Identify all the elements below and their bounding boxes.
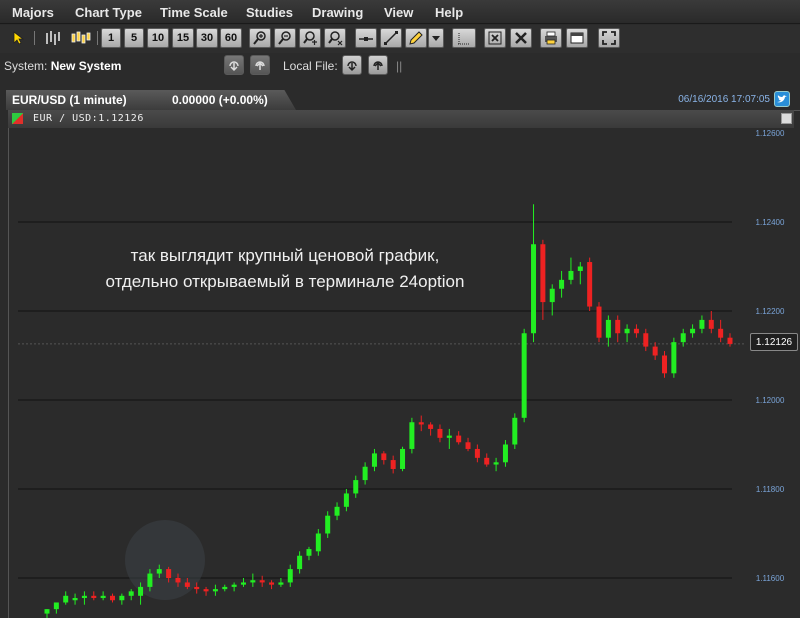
candle-body — [72, 598, 78, 601]
candle-body — [559, 279, 565, 289]
candle-body — [540, 244, 546, 303]
candle-body — [624, 328, 630, 334]
candle-body — [240, 582, 246, 585]
instrument-icon — [12, 113, 23, 124]
candle-body — [231, 584, 237, 587]
candle-body — [577, 266, 583, 271]
candle-body — [250, 580, 256, 583]
candle-body — [671, 342, 677, 374]
candle-body — [568, 270, 574, 280]
candle-body — [587, 262, 593, 307]
candle-body — [259, 580, 265, 583]
candle-body — [409, 422, 415, 449]
y-tick-label: 1.11800 — [756, 485, 785, 494]
candle-body — [549, 288, 555, 303]
caption-line-2: отдельно открываемый в терминале 24optio… — [105, 272, 465, 291]
caption-overlay: так выглядит крупный ценовой график, отд… — [50, 243, 520, 295]
candle-body — [147, 573, 153, 587]
candle-body — [44, 609, 50, 614]
globe-watermark-icon — [125, 520, 205, 600]
y-tick-label: 1.12200 — [756, 307, 785, 316]
candle-body — [81, 595, 87, 599]
candle-body — [456, 435, 462, 443]
candle-body — [605, 319, 611, 338]
candle-body — [400, 448, 406, 469]
candle-body — [502, 444, 508, 463]
candle-body — [212, 589, 218, 592]
candle-body — [287, 569, 293, 583]
candle-body — [596, 306, 602, 338]
candle-body — [727, 337, 733, 344]
candle-body — [437, 428, 443, 438]
candle-body — [184, 582, 190, 587]
candle-body — [343, 493, 349, 507]
candle-body — [493, 462, 499, 465]
candle-body — [643, 333, 649, 347]
candle-body — [708, 319, 714, 329]
candle-body — [53, 602, 59, 610]
candle-body — [390, 460, 396, 469]
candle-body — [512, 417, 518, 445]
candle-body — [91, 595, 97, 599]
candle-body — [680, 333, 686, 343]
candle-body — [662, 355, 668, 374]
candle-body — [156, 569, 162, 574]
candle-body — [418, 422, 424, 425]
candle-body — [381, 453, 387, 461]
y-tick-label: 1.11600 — [756, 574, 785, 583]
y-tick-label: 1.12000 — [756, 396, 785, 405]
candle-body — [521, 333, 527, 418]
candle-body — [306, 549, 312, 556]
candle-body — [484, 457, 490, 465]
candle-body — [371, 453, 377, 467]
candle-body — [699, 319, 705, 329]
candle-body — [128, 591, 134, 596]
symbol-price-label: EUR / USD:1.12126 — [33, 113, 144, 124]
candle-body — [166, 569, 172, 578]
candle-body — [465, 442, 471, 449]
candle-body — [194, 586, 200, 590]
y-tick-label: 1.12600 — [756, 129, 785, 138]
candle-body — [100, 595, 106, 599]
candle-body — [269, 582, 275, 585]
y-tick-label: 1.12400 — [756, 218, 785, 227]
candle-body — [353, 480, 359, 494]
candle-body — [362, 466, 368, 481]
current-price-tag: 1.12126 — [750, 333, 798, 351]
candle-body — [474, 448, 480, 458]
candle-body — [297, 555, 303, 570]
candle-body — [325, 515, 331, 534]
symbol-bar: EUR / USD:1.12126 — [8, 110, 794, 128]
candle-body — [615, 319, 621, 334]
candle-body — [222, 586, 228, 590]
candle-body — [175, 578, 181, 583]
candle-body — [119, 595, 125, 601]
price-chart[interactable]: 1.12600 1.12400 1.12200 1.12000 1.11800 1.116… — [0, 0, 800, 618]
candle-body — [718, 328, 724, 338]
candle-body — [652, 346, 658, 356]
candle-body — [63, 595, 69, 603]
caption-line-1: так выглядит крупный ценовой график, — [130, 246, 440, 265]
candle-body — [633, 328, 639, 334]
candle-body — [315, 533, 321, 552]
candle-body — [203, 589, 209, 592]
candle-body — [138, 586, 144, 596]
candle-body — [334, 506, 340, 516]
minimize-icon[interactable] — [781, 113, 792, 124]
candle-body — [428, 424, 434, 429]
candle-body — [446, 435, 452, 438]
candle-body — [278, 582, 284, 585]
candle-body — [690, 328, 696, 334]
candle-body — [531, 244, 537, 334]
candle-body — [109, 595, 115, 601]
